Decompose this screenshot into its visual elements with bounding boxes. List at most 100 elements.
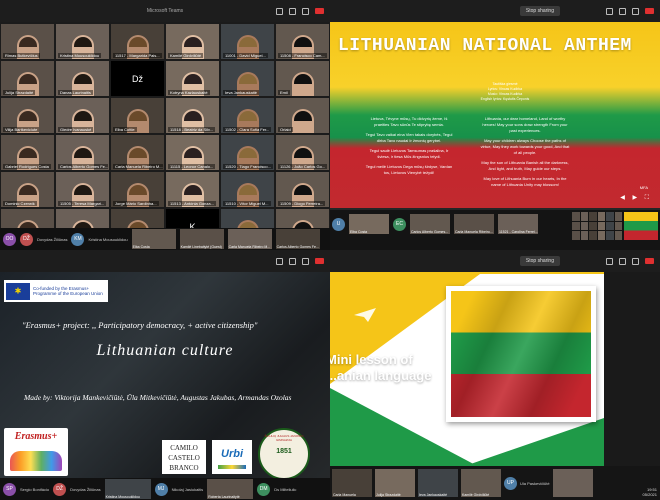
participant-tile[interactable]: Vilija Bartkeviciute (1, 98, 54, 133)
participant-avatar[interactable]: EC (393, 217, 406, 231)
mini-participant-tile (580, 221, 588, 231)
taskbar-clock: 19:51 05/2021 (643, 487, 657, 497)
slide-controls[interactable]: ◀ ▶ ⛶ (620, 194, 652, 202)
participant-thumbnail[interactable]: Carla Manuela (332, 469, 372, 497)
participant-thumbnail[interactable]: Kristina Mousouklidou (104, 479, 151, 499)
participant-tile[interactable]: Carlos Alberto Gomes Fe... (56, 135, 109, 170)
participant-name: Jorge Mário Sardinha... (113, 201, 159, 206)
participant-name: Emil (278, 90, 290, 95)
participant-tile[interactable]: Kristina Mousouklidou (56, 24, 109, 59)
participant-tile[interactable]: 11508 - Francisco Cam... (276, 24, 329, 59)
mini-participant-tile (572, 221, 580, 231)
chat-icon[interactable] (276, 257, 283, 265)
more-icon[interactable] (302, 257, 309, 265)
participant-thumbnail[interactable]: Elba Costa (131, 229, 176, 249)
participant-tile[interactable]: 11505 - Teresa Margari... (56, 172, 109, 207)
participant-thumbnail[interactable]: Carlos Alberto Gomes Fe... (275, 229, 320, 249)
more-icon[interactable] (302, 7, 309, 15)
culture-share-quadrant: ✱ Co-funded by the Erasmus+ Programme of… (0, 250, 330, 500)
participant-avatar[interactable]: DŽ (20, 232, 33, 246)
participant-thumbnail[interactable]: Roberta Laurinaitytė (207, 479, 254, 499)
participant-name: Roberta Laurinaitytė (208, 495, 240, 499)
leave-button[interactable] (315, 258, 324, 264)
participant-avatar[interactable]: UP (504, 476, 517, 490)
participant-name: Julija Strazdaitė (3, 90, 36, 95)
participant-tile[interactable]: Julija Strazdaitė (1, 61, 54, 96)
participant-tile[interactable]: Dominic Czerwik (1, 172, 54, 207)
participant-strip: OO DŽ Dovydas Žiliūnas KM Kristina Mousoukli… (0, 228, 330, 250)
participant-tile[interactable]: Jorge Mário Sardinha... (111, 172, 164, 207)
participant-name: 11126 - João Carlos Go... (278, 164, 328, 169)
participants-icon[interactable] (619, 7, 626, 15)
participant-tile[interactable]: 11518 - Beatriz da Silv... (166, 98, 219, 133)
lyrics-lithuanian: Lietuva, Tėvyne mūsų, Tu didvyrių žeme, … (364, 116, 454, 180)
participants-icon[interactable] (619, 257, 626, 265)
more-icon[interactable] (632, 257, 639, 265)
participant-tile[interactable]: Elba Cottle (111, 98, 164, 133)
participant-tile[interactable]: Rimas Butkevičius (1, 24, 54, 59)
participant-avatar[interactable]: KM (71, 232, 85, 246)
more-icon[interactable] (632, 7, 639, 15)
project-title: "Erasmus+ project: ,, Participatory demo… (22, 320, 258, 330)
lyrics-verse: May your children always Choose the path… (480, 138, 570, 155)
participant-thumbnail[interactable]: Ieva Jankauskaitė (418, 469, 458, 497)
stop-sharing-button[interactable]: Stop sharing (519, 256, 560, 266)
participant-name: 11510 - Vítor Miguel M... (223, 201, 271, 206)
participant-tile[interactable]: 11509 - Diogo Ferreira... (276, 172, 329, 207)
participant-thumbnail[interactable]: Carla Manuela Ribeiro... (454, 214, 494, 234)
participant-thumbnail[interactable] (552, 469, 593, 497)
meeting-toolbar: Stop sharing (330, 250, 660, 272)
lyrics-english: Lithuania, our dear homeland, Land of wo… (480, 116, 570, 192)
participant-thumbnail[interactable]: Carlos Alberto Gomes... (410, 214, 450, 234)
participant-tile[interactable]: Giedre Ivanauskė (56, 98, 109, 133)
participant-avatar[interactable]: MJ (154, 482, 168, 496)
side-panel (604, 272, 660, 478)
participant-name: 11521 - Carolina Ferrei... (499, 230, 538, 234)
participant-thumbnail[interactable]: Kamilė Linebaitytė (Guest) (179, 229, 224, 249)
participant-tile[interactable]: Dž (111, 61, 164, 96)
participant-tile[interactable]: Gabriel Rodrigues Costa (1, 135, 54, 170)
participant-avatar[interactable]: OO (3, 232, 16, 246)
participant-name: Ula Paskevičiūtė (520, 480, 550, 486)
participant-avatar[interactable]: SP (3, 482, 16, 496)
participant-tile[interactable]: Kotryna Kazlauskaitė (166, 61, 219, 96)
participant-tile[interactable]: 11510 - Vítor Miguel M... (221, 172, 274, 207)
mini-participant-tile (597, 221, 605, 231)
participant-tile[interactable]: 11517 - Margarida Pais... (111, 24, 164, 59)
participant-tile[interactable]: 11520 - Tiago Francisco... (221, 135, 274, 170)
participant-tile[interactable]: Orlaid (276, 98, 329, 133)
chat-icon[interactable] (276, 7, 283, 15)
participant-thumbnail[interactable]: Julija Strazdaitė (375, 469, 415, 497)
participant-tile[interactable]: Danas Laurinaitis (56, 61, 109, 96)
chat-icon[interactable] (606, 7, 613, 15)
participant-thumbnail[interactable]: Kamilė Girdviliūtė (461, 469, 501, 497)
participant-tile[interactable]: 11115 - Leonor Canalo... (166, 135, 219, 170)
leave-button[interactable] (645, 258, 654, 264)
participant-tile[interactable]: 11001 - David Miguel... (221, 24, 274, 59)
participant-name: 11502 - Clara Sofia Fer... (223, 127, 272, 132)
participant-avatar[interactable]: DM (257, 482, 271, 496)
participant-avatar[interactable]: U (332, 217, 345, 231)
participants-icon[interactable] (289, 7, 296, 15)
stop-sharing-button[interactable]: Stop sharing (519, 6, 560, 16)
participant-thumbnail[interactable]: 11521 - Carolina Ferrei... (498, 214, 538, 234)
leave-button[interactable] (645, 8, 654, 14)
participant-tile[interactable]: Kamilė Girdviliūtė (166, 24, 219, 59)
participant-tile[interactable]: Carla Manuela Ribeiro M... (111, 135, 164, 170)
siauliu-gymnasium-logo: ŠIAULIŲ JULIAUS JANONIO GIMNAZIJA 1851 R… (258, 428, 310, 485)
erasmus-logo: Erasmus+ (4, 428, 68, 476)
participant-avatar[interactable]: DŽ (53, 482, 67, 496)
participant-tile[interactable]: Ieva Jankauskaitė (221, 61, 274, 96)
participant-name: Gabriel Rodrigues Costa (3, 164, 51, 169)
participant-thumbnail[interactable]: Elba Costa (349, 214, 389, 234)
leave-button[interactable] (315, 8, 324, 14)
participant-name: 11520 - Tiago Francisco... (223, 164, 273, 169)
participant-tile[interactable]: Emil (276, 61, 329, 96)
participant-tile[interactable]: 11513 - Antónia Gonza... (166, 172, 219, 207)
chat-icon[interactable] (606, 257, 613, 265)
participant-tile[interactable]: 11502 - Clara Sofia Fer... (221, 98, 274, 133)
participant-thumbnail[interactable]: Carla Manuela Ribeiro M... (227, 229, 272, 249)
participants-icon[interactable] (289, 257, 296, 265)
camilo-castelo-branco-logo: CAMILO CASTELO BRANCO (162, 440, 206, 474)
participant-tile[interactable]: 11126 - João Carlos Go... (276, 135, 329, 170)
